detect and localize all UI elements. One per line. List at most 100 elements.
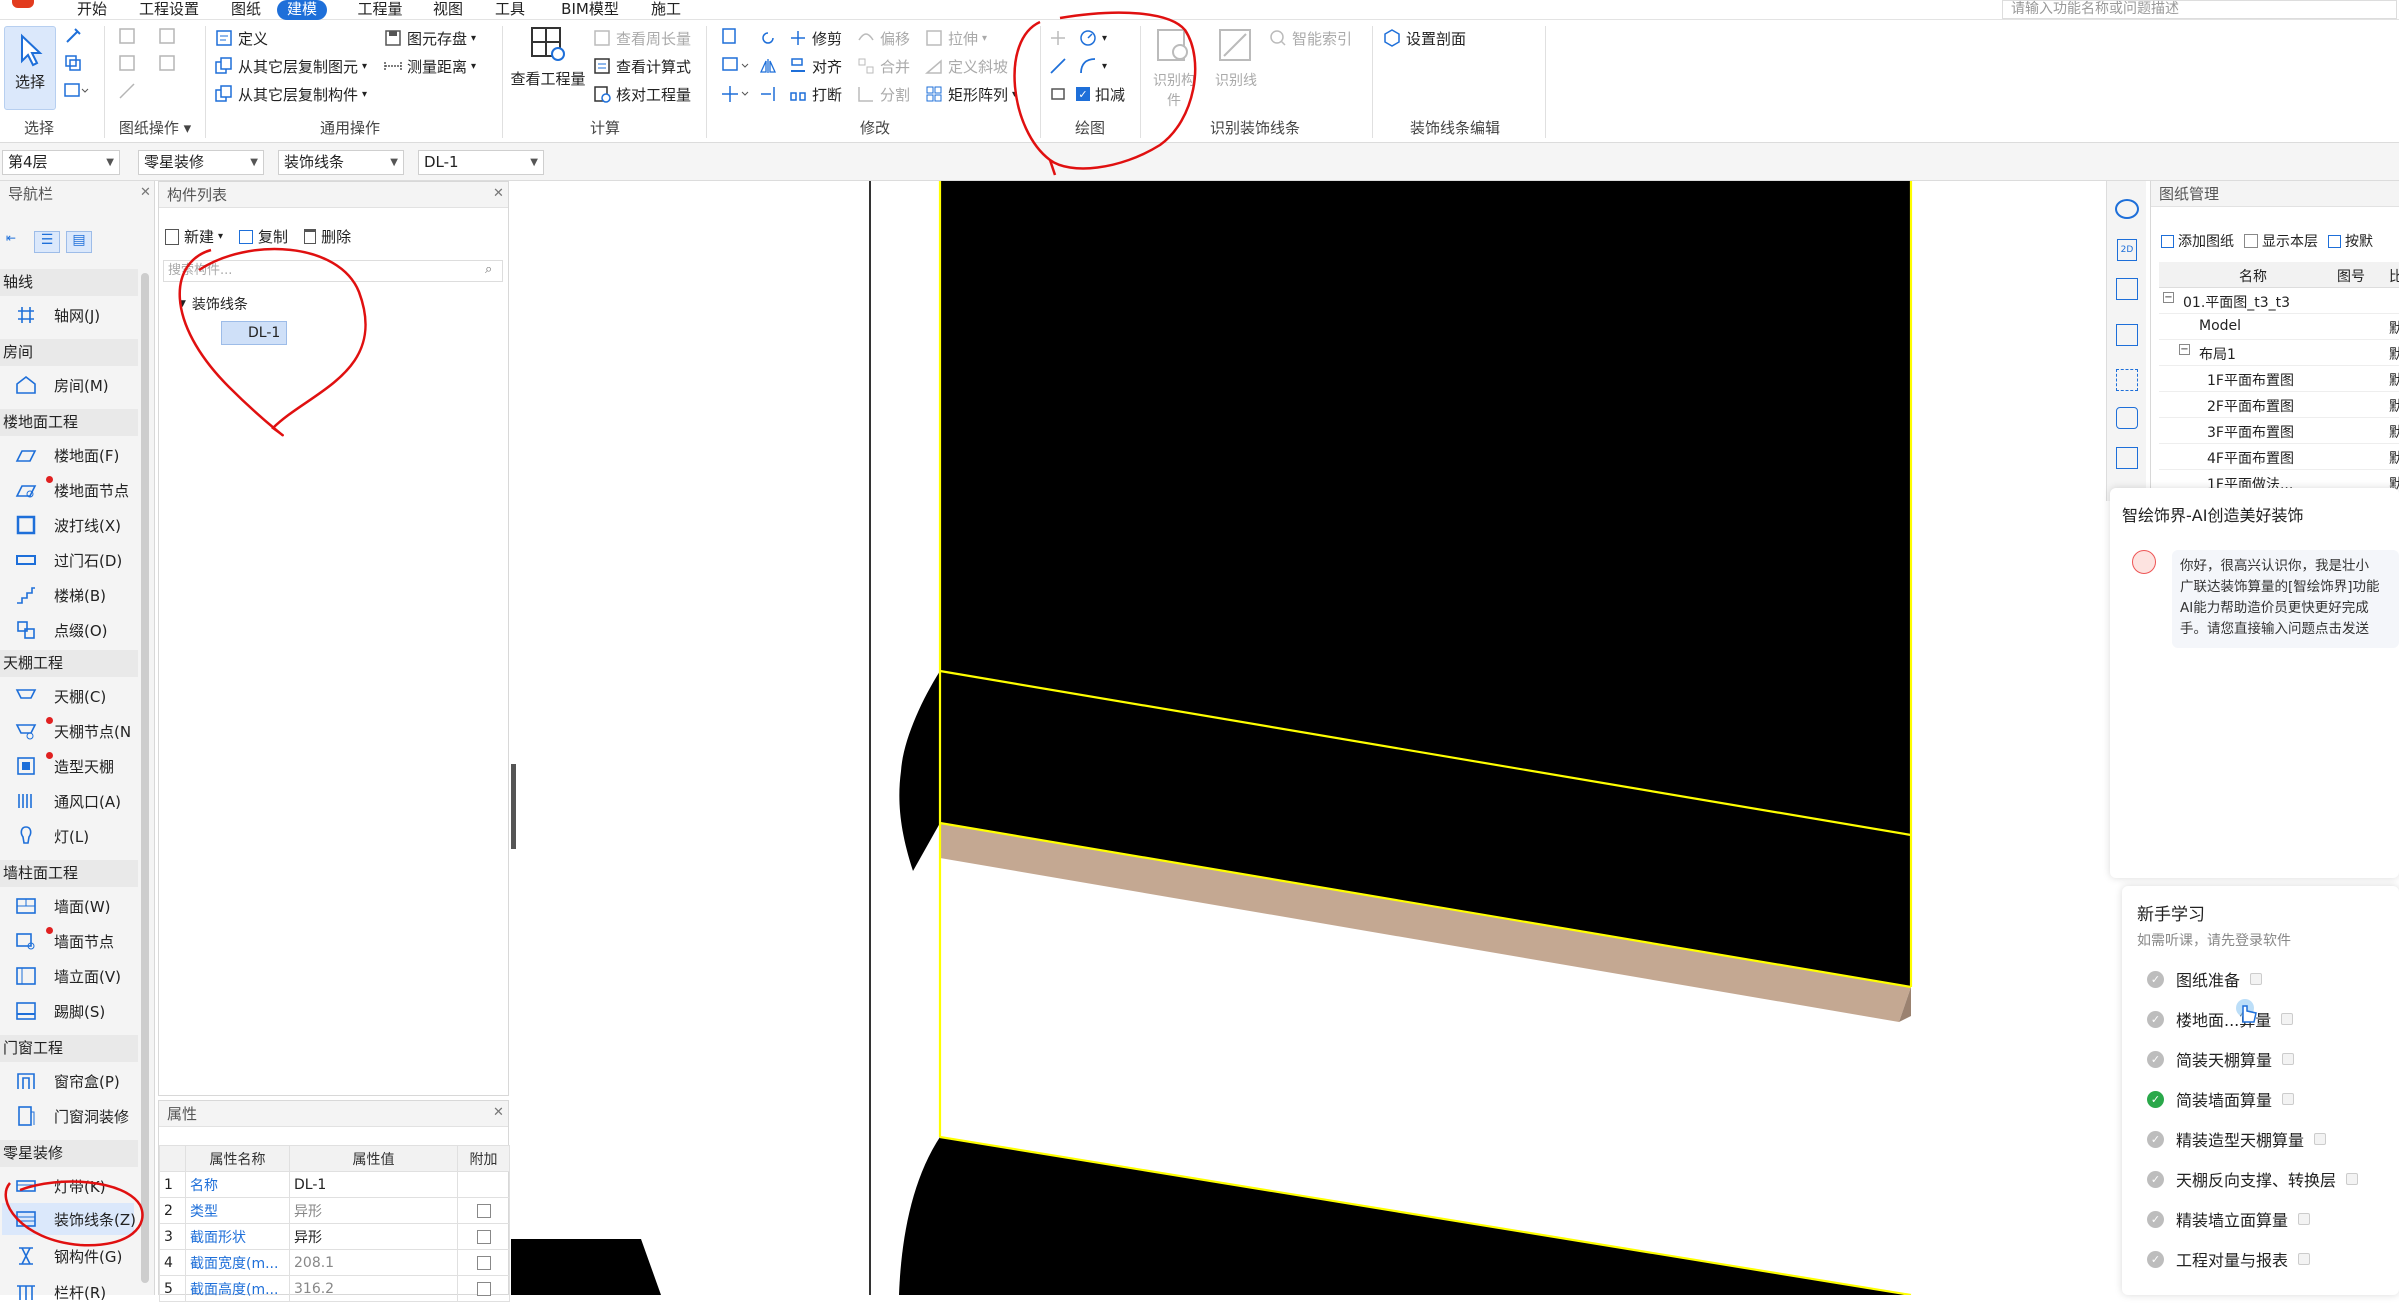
break-button[interactable]: 打断 bbox=[788, 82, 842, 106]
menu-view[interactable]: 视图 bbox=[430, 0, 466, 20]
show-layer-checkbox[interactable]: 显示本层 bbox=[2244, 231, 2318, 251]
lesson-item[interactable]: ✓ 简装墙面算量 bbox=[2147, 1086, 2295, 1112]
split-button[interactable]: 分割 bbox=[856, 82, 910, 106]
nav-item-decorative-molding[interactable]: 装饰线条(Z) bbox=[14, 1204, 136, 1234]
table-row[interactable]: 3F平面布置图默 bbox=[2159, 418, 2399, 444]
table-row[interactable]: 1 名称 DL-1 bbox=[159, 1171, 510, 1198]
nav-item-accent[interactable]: 点缀(O) bbox=[14, 615, 108, 645]
nav-item-threshold[interactable]: 过门石(D) bbox=[14, 545, 122, 575]
table-row[interactable]: 1F平面布置图默 bbox=[2159, 366, 2399, 392]
rotate-point-button[interactable]: ▾ bbox=[1078, 26, 1107, 50]
box-view-icon[interactable] bbox=[2116, 324, 2138, 346]
type-select[interactable]: 装饰线条 ▼ bbox=[278, 150, 404, 175]
collapse-box-icon[interactable]: − bbox=[2179, 344, 2190, 355]
panel-splitter-handle[interactable] bbox=[511, 764, 516, 849]
table-row[interactable]: 2 类型 异形 bbox=[159, 1197, 510, 1224]
extra-checkbox[interactable] bbox=[476, 1255, 491, 1270]
menu-modeling[interactable]: 建模 bbox=[277, 0, 328, 20]
identify-line-button[interactable]: 识别线 bbox=[1210, 26, 1262, 106]
nav-item-axis-grid[interactable]: 轴网(J) bbox=[14, 300, 100, 330]
smart-index-button[interactable]: 智能索引 bbox=[1268, 26, 1352, 50]
identify-component-button[interactable]: 识别构件 bbox=[1148, 26, 1200, 109]
video-icon[interactable] bbox=[2346, 1173, 2359, 1185]
function-search-input[interactable]: 请输入功能名称或问题描述 bbox=[2002, 0, 2397, 19]
set-section-button[interactable]: 设置剖面 bbox=[1382, 26, 1466, 50]
search-drawing-button[interactable]: 按默 bbox=[2328, 231, 2373, 251]
view-quantity-button[interactable]: 查看工程量 bbox=[508, 24, 588, 104]
close-icon[interactable]: ✕ bbox=[493, 1105, 504, 1120]
rect-array-button[interactable]: 矩形阵列 ▾ bbox=[924, 82, 1017, 106]
define-button[interactable]: 定义 bbox=[214, 26, 268, 50]
nav-category-room[interactable]: 房间 bbox=[0, 339, 138, 366]
report-icon[interactable] bbox=[2116, 447, 2138, 469]
line-button[interactable] bbox=[1048, 54, 1072, 78]
offset-button[interactable]: 偏移 bbox=[856, 26, 910, 50]
list-icon[interactable]: ☰ bbox=[34, 231, 60, 253]
nav-category-door-window[interactable]: 门窗工程 bbox=[0, 1035, 138, 1062]
lesson-item[interactable]: ✓ 图纸准备 bbox=[2147, 966, 2263, 992]
nav-item-floor[interactable]: 楼地面(F) bbox=[14, 440, 119, 470]
video-icon[interactable] bbox=[2298, 1253, 2311, 1265]
view-perimeter-button[interactable]: 查看周长量 bbox=[592, 26, 691, 50]
menu-tools[interactable]: 工具 bbox=[492, 0, 528, 20]
define-slope-button[interactable]: 定义斜坡 bbox=[924, 54, 1008, 78]
nav-category-wall[interactable]: 墙柱面工程 bbox=[0, 860, 138, 887]
trim-button[interactable]: 修剪 bbox=[788, 26, 842, 50]
extra-checkbox[interactable] bbox=[476, 1281, 491, 1296]
pick-icon[interactable] bbox=[63, 26, 83, 46]
table-row[interactable]: Model 默 bbox=[2159, 314, 2399, 340]
nav-item-ceiling-node[interactable]: 天棚节点(N bbox=[14, 716, 131, 746]
copy-component-from-layer-button[interactable]: 从其它层复制构件 ▾ bbox=[214, 82, 367, 106]
extra-checkbox[interactable] bbox=[476, 1203, 491, 1218]
cube-view-icon[interactable] bbox=[2116, 278, 2138, 300]
lesson-item[interactable]: ✓ 简装天棚算量 bbox=[2147, 1046, 2295, 1072]
floor-select[interactable]: 第4层 ▼ bbox=[2, 150, 120, 175]
video-icon[interactable] bbox=[2250, 973, 2263, 985]
app-logo[interactable] bbox=[12, 0, 34, 8]
close-icon[interactable]: ✕ bbox=[140, 185, 151, 200]
lesson-item[interactable]: ✓ 精装墙立面算量 bbox=[2147, 1206, 2311, 1232]
filter-icon[interactable] bbox=[63, 80, 89, 100]
point-button[interactable] bbox=[1048, 26, 1072, 50]
copy-from-layer-button[interactable]: 从其它层复制图元 ▾ bbox=[214, 54, 367, 78]
nav-item-curtain-box[interactable]: 窗帘盒(P) bbox=[14, 1066, 120, 1096]
detail-list-icon[interactable]: ▤ bbox=[66, 231, 92, 253]
nav-item-shaped-ceiling[interactable]: 造型天棚 bbox=[14, 751, 114, 781]
nav-item-stairs[interactable]: 楼梯(B) bbox=[14, 580, 106, 610]
menu-quantity[interactable]: 工程量 bbox=[354, 0, 406, 20]
nav-category-axis[interactable]: 轴线 bbox=[0, 269, 138, 296]
view-formula-button[interactable]: 查看计算式 bbox=[592, 54, 691, 78]
menu-construction[interactable]: 施工 bbox=[648, 0, 684, 20]
table-row[interactable]: 1F平面做法... 默 bbox=[2159, 470, 2399, 490]
fullscreen-icon[interactable] bbox=[2116, 369, 2138, 391]
2d-view-icon[interactable]: 2D bbox=[2117, 239, 2137, 261]
table-row[interactable]: 3 截面形状 异形 bbox=[159, 1223, 510, 1250]
stretch-button[interactable]: 拉伸 ▾ bbox=[924, 26, 987, 50]
nav-category-ceiling[interactable]: 天棚工程 bbox=[0, 650, 138, 677]
extra-checkbox[interactable] bbox=[476, 1229, 491, 1244]
video-icon[interactable] bbox=[2282, 1053, 2295, 1065]
menu-drawing[interactable]: 图纸 bbox=[226, 0, 266, 20]
add-drawing-button[interactable]: 添加图纸 bbox=[2161, 231, 2234, 251]
model-viewport[interactable] bbox=[511, 181, 2106, 1295]
menu-bim-model[interactable]: BIM模型 bbox=[556, 0, 624, 20]
nav-item-opening-trim[interactable]: 门窗洞装修 bbox=[14, 1101, 129, 1131]
collapse-icon[interactable]: ⇤ bbox=[6, 231, 28, 251]
lesson-item[interactable]: ✓ 楼地面...算量 bbox=[2147, 1006, 2294, 1032]
table-row[interactable]: 2F平面布置图默 bbox=[2159, 392, 2399, 418]
nav-item-wall-node[interactable]: 墙面节点 bbox=[14, 926, 114, 956]
nav-category-floor[interactable]: 楼地面工程 bbox=[0, 409, 138, 436]
table-row[interactable]: −01.平面图_t3_t3 bbox=[2159, 288, 2399, 314]
menu-project-settings[interactable]: 工程设置 bbox=[134, 0, 204, 20]
table-row[interactable]: 4F平面布置图默 bbox=[2159, 444, 2399, 470]
nav-item-vent[interactable]: 通风口(A) bbox=[14, 786, 121, 816]
nav-item-light[interactable]: 灯(L) bbox=[14, 821, 89, 851]
menu-start[interactable]: 开始 bbox=[70, 0, 114, 20]
merge-button[interactable]: 合并 bbox=[856, 54, 910, 78]
mirror-button[interactable] bbox=[758, 54, 782, 78]
video-icon[interactable] bbox=[2298, 1213, 2311, 1225]
rectangle-button[interactable] bbox=[1048, 82, 1072, 106]
lesson-item[interactable]: ✓ 精装造型天棚算量 bbox=[2147, 1126, 2327, 1152]
extend-button[interactable] bbox=[758, 82, 782, 106]
measure-distance-button[interactable]: 测量距离 ▾ bbox=[383, 54, 476, 78]
